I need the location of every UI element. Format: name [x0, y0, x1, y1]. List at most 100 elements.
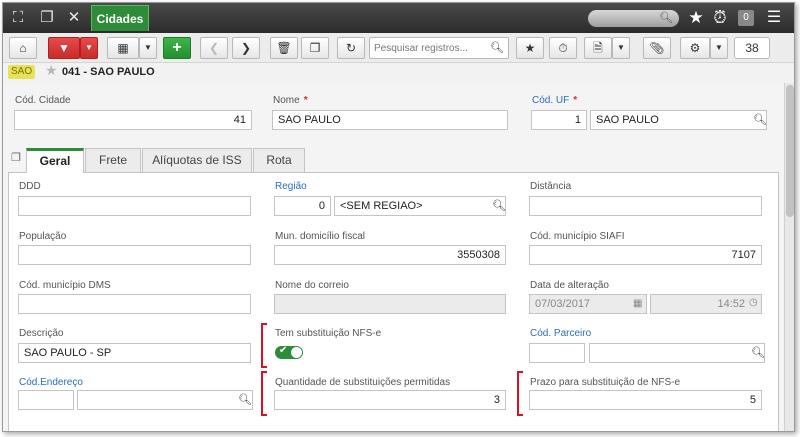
cod-uf-lookup-field[interactable] [590, 110, 767, 130]
search-icon[interactable]: 🔍︎ [753, 113, 767, 126]
check-icon: ✔ [279, 345, 288, 356]
report-dropdown[interactable]: ▼ [612, 37, 630, 59]
attachment-button[interactable]: 📎︎ [643, 37, 671, 59]
scroll-thumb[interactable] [786, 85, 794, 217]
regiao-label[interactable]: Região [275, 181, 307, 192]
stopwatch-icon: ⏱︎ [558, 41, 568, 55]
grid-view-button[interactable]: ▦ [107, 37, 139, 59]
chevron-down-icon: ▼ [85, 43, 93, 52]
cod-endereco-label[interactable]: Cód.Endereço [19, 377, 83, 388]
required-mark: * [573, 95, 578, 106]
home-button[interactable]: ⌂ [9, 37, 37, 59]
filter-dropdown[interactable]: ▼ [80, 37, 98, 59]
menu-icon[interactable]: ☰ [763, 7, 785, 29]
required-mark: * [303, 95, 308, 106]
cod-municipio-siafi-field[interactable] [529, 245, 762, 265]
search-icon: 🔍︎ [659, 12, 673, 24]
cod-cidade-label: Cód. Cidade [15, 95, 71, 106]
cod-endereco-code-field[interactable] [18, 390, 74, 410]
chevron-down-icon: ▼ [617, 43, 625, 52]
tab-aliquotas-iss[interactable]: Alíquotas de ISS [142, 148, 252, 172]
qtd-substituicoes-field[interactable] [274, 390, 506, 410]
cod-uf-label-text: Cód. UF [532, 95, 570, 106]
record-badge: SAO [8, 65, 36, 79]
nome-label-text: Nome [273, 95, 300, 106]
cod-cidade-field[interactable] [14, 110, 252, 130]
tab-frete[interactable]: Frete [85, 148, 141, 172]
annotation-bracket [261, 323, 267, 368]
ddd-field[interactable] [18, 196, 251, 216]
grid-icon: ▦ [117, 41, 129, 55]
star-icon[interactable]: ★ [685, 7, 707, 29]
timer-button[interactable]: ⏱︎ [549, 37, 577, 59]
tem-substituicao-nfse-label: Tem substituição NFS-e [275, 328, 382, 339]
chevron-left-icon: ❮ [208, 41, 220, 55]
alarm-icon[interactable]: ⏰︎ [709, 7, 731, 29]
global-search[interactable]: 🔍︎ [588, 10, 679, 27]
distancia-field[interactable] [529, 196, 762, 216]
cod-parceiro-code-field[interactable] [529, 343, 585, 363]
home-icon: ⌂ [19, 41, 27, 55]
mun-domicilio-fiscal-label: Mun. domicílio fiscal [275, 231, 366, 242]
copy-icon[interactable]: ❐ [11, 151, 21, 164]
document-icon: 🗎︎ [593, 41, 603, 55]
populacao-field[interactable] [18, 245, 251, 265]
settings-button[interactable]: ⚙ [680, 37, 710, 59]
data-alteracao-time-field [650, 294, 762, 314]
descricao-field[interactable] [18, 343, 251, 363]
calendar-icon: ▦ [633, 298, 643, 309]
close-icon[interactable]: ✕ [63, 7, 85, 29]
cod-parceiro-lookup-field[interactable] [589, 343, 765, 363]
nome-field[interactable] [272, 110, 508, 130]
grid-view-dropdown[interactable]: ▼ [139, 37, 157, 59]
cod-parceiro-label[interactable]: Cód. Parceiro [530, 328, 591, 339]
nome-correio-field [274, 294, 506, 314]
data-alteracao-label: Data de alteração [530, 280, 609, 291]
tab-geral[interactable]: Geral [26, 148, 84, 173]
favorite-button[interactable]: ★ [516, 37, 544, 59]
search-icon[interactable]: 🔍︎ [238, 393, 252, 406]
clock-icon: ◷ [749, 297, 758, 308]
trash-icon: 🗑︎ [276, 41, 292, 55]
cod-endereco-lookup-field[interactable] [77, 390, 253, 410]
cod-uf-code-field[interactable] [531, 110, 587, 130]
regiao-lookup-field[interactable] [334, 196, 506, 216]
tab-cidades[interactable]: Cidades [91, 5, 149, 31]
distancia-label: Distância [530, 181, 572, 192]
restore-icon[interactable]: ❐ [36, 7, 58, 29]
search-icon[interactable]: 🔍︎ [751, 346, 765, 359]
regiao-code-field[interactable] [274, 196, 331, 216]
settings-dropdown[interactable]: ▼ [710, 37, 728, 59]
record-search[interactable]: 🔍︎ [369, 37, 509, 59]
refresh-icon: ↻ [345, 41, 357, 55]
search-input[interactable] [374, 41, 490, 55]
record-title: 041 - SAO PAULO [62, 66, 155, 78]
tab-rota[interactable]: Rota [253, 148, 305, 172]
chevron-right-icon: ❯ [240, 41, 252, 55]
search-icon[interactable]: 🔍︎ [492, 199, 506, 212]
data-alteracao-date-field [529, 294, 647, 314]
favorite-star-icon[interactable]: ★ [45, 62, 58, 79]
chevron-down-icon: ▼ [144, 43, 152, 52]
prazo-substituicao-field[interactable] [529, 390, 762, 410]
delete-button[interactable]: 🗑︎ [270, 37, 298, 59]
filter-button[interactable]: ▼ [48, 37, 80, 59]
annotation-bracket [517, 371, 523, 416]
notification-count[interactable]: 0 [738, 10, 754, 26]
page-number[interactable]: 38 [734, 37, 770, 59]
next-button[interactable]: ❯ [232, 37, 260, 59]
add-button[interactable]: + [163, 37, 191, 59]
tem-substituicao-nfse-toggle[interactable]: ✔ [275, 345, 303, 359]
cod-municipio-dms-field[interactable] [18, 294, 251, 314]
report-button[interactable]: 🗎︎ [584, 37, 612, 59]
refresh-button[interactable]: ↻ [337, 37, 365, 59]
filter-icon: ▼ [58, 41, 70, 55]
nome-label: Nome * [273, 95, 308, 106]
cod-uf-label[interactable]: Cód. UF * [532, 95, 577, 106]
mun-domicilio-fiscal-field[interactable] [274, 245, 506, 265]
fullscreen-icon[interactable]: ⛶ [7, 7, 29, 29]
duplicate-button[interactable]: ❐ [301, 37, 329, 59]
copy-icon: ❐ [309, 41, 321, 55]
previous-button[interactable]: ❮ [200, 37, 228, 59]
vertical-scrollbar[interactable] [784, 83, 794, 431]
